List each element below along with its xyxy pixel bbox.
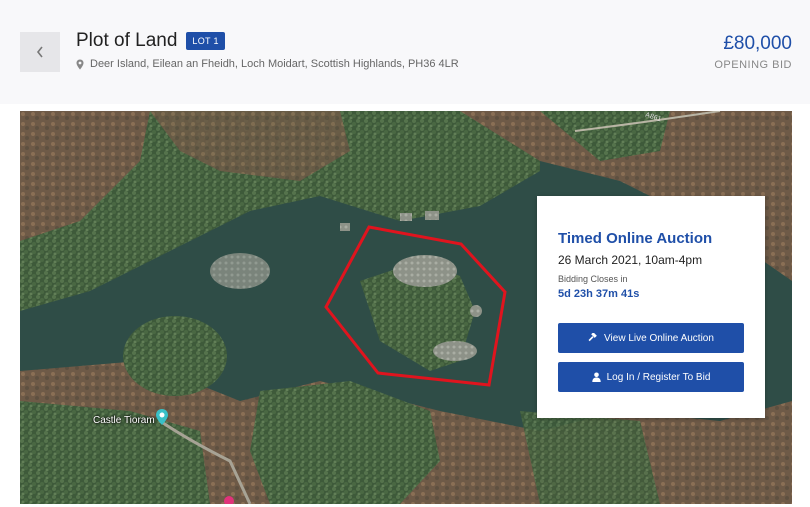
auction-card: Timed Online Auction 26 March 2021, 10am…	[537, 196, 765, 418]
back-button[interactable]	[20, 32, 60, 72]
auction-title: Timed Online Auction	[558, 230, 713, 247]
opening-bid-price: £80,000	[723, 33, 792, 54]
opening-bid-label: OPENING BID	[714, 59, 792, 71]
bidding-closes-label: Bidding Closes in	[558, 274, 628, 284]
gavel-icon	[588, 333, 598, 343]
view-live-auction-button[interactable]: View Live Online Auction	[558, 323, 744, 353]
chevron-left-icon	[36, 46, 43, 58]
lot-badge: LOT 1	[186, 32, 225, 50]
castle-label: Castle Tioram	[93, 415, 155, 426]
address-text: Deer Island, Eilean an Fheidh, Loch Moid…	[90, 58, 459, 70]
login-register-button[interactable]: Log In / Register To Bid	[558, 362, 744, 392]
view-live-auction-label: View Live Online Auction	[604, 332, 714, 344]
auction-date: 26 March 2021, 10am-4pm	[558, 253, 703, 267]
login-register-label: Log In / Register To Bid	[606, 371, 711, 383]
map-pin-icon	[76, 59, 84, 70]
user-icon	[591, 372, 601, 382]
page-title: Plot of Land	[76, 30, 178, 51]
countdown-timer: 5d 23h 37m 41s	[558, 288, 640, 300]
title-row: Plot of Land LOT 1	[76, 30, 225, 52]
address-line: Deer Island, Eilean an Fheidh, Loch Moid…	[76, 58, 459, 70]
listing-header: Plot of Land LOT 1 Deer Island, Eilean a…	[0, 0, 810, 104]
